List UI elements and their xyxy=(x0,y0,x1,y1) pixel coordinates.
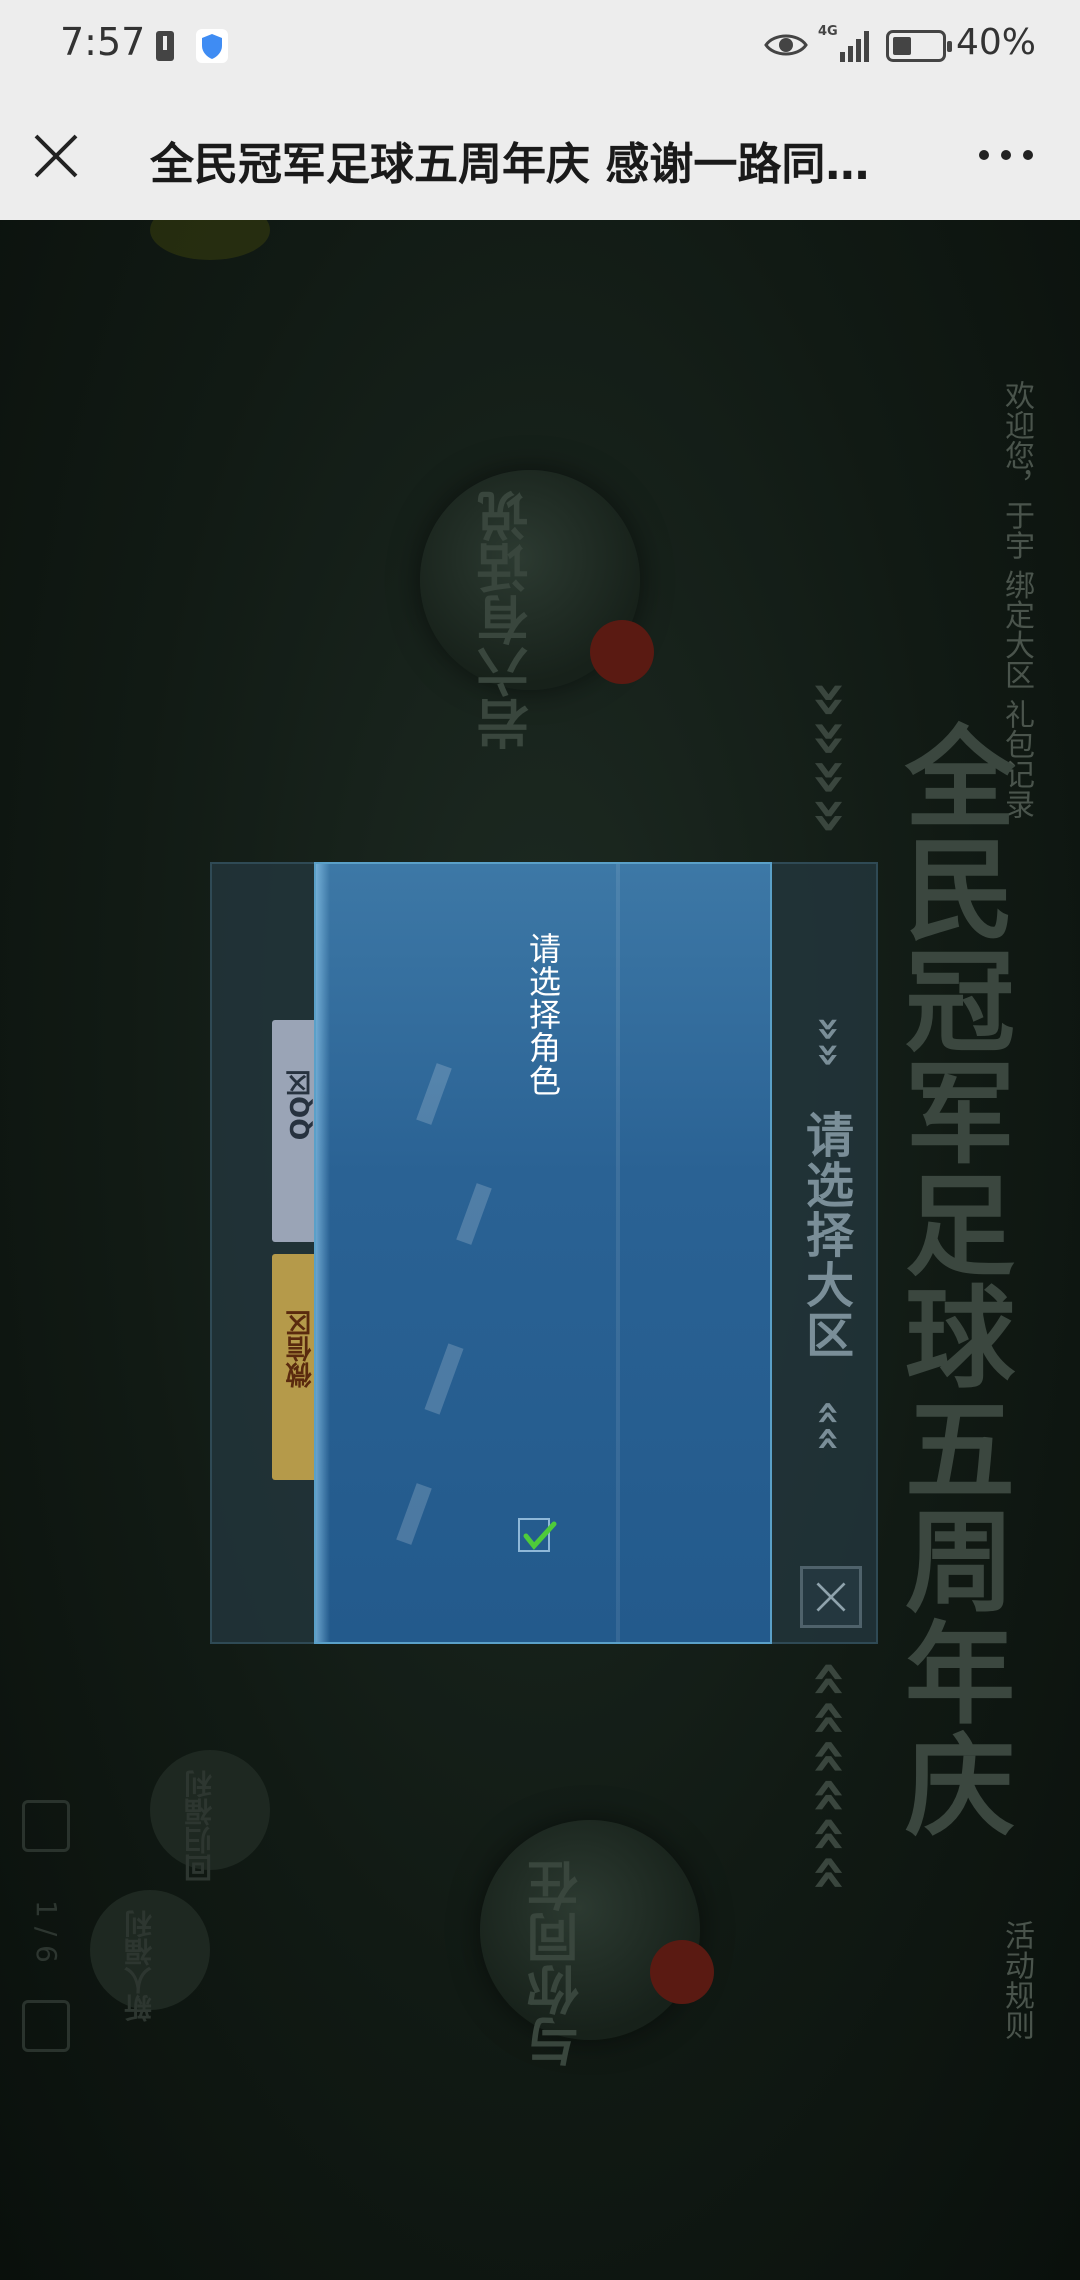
bubble-talk-label: 岩六有话说 xyxy=(478,490,538,750)
field-stripe xyxy=(424,1343,464,1415)
newbie-bonus-label: 新人福利 xyxy=(123,1910,156,2022)
gift-icon xyxy=(650,1940,714,2004)
checkbox-icon[interactable] xyxy=(518,1518,558,1554)
signal-icon xyxy=(840,31,869,62)
role-dialog-title: 请选择角色 xyxy=(524,932,562,1097)
decor-glow xyxy=(150,220,270,260)
event-title: 全民冠军足球五周年庆 xyxy=(886,720,1014,1840)
title-bar: 全民冠军足球五周年庆 感谢一路同… xyxy=(0,92,1080,220)
dialog-edge-highlight xyxy=(316,864,330,1642)
page-title: 全民冠军足球五周年庆 感谢一路同… xyxy=(150,139,870,190)
battery-percent: 40% xyxy=(956,22,1037,63)
region-arrow-top: »» xyxy=(806,1016,852,1068)
next-page-button[interactable] xyxy=(22,2000,70,2052)
eye-icon xyxy=(764,34,808,56)
field-stripe xyxy=(456,1183,492,1245)
gift-icon xyxy=(590,620,654,684)
rules-link[interactable]: 活动规则 xyxy=(994,1920,1038,2040)
region-dialog-title: 请选择大区 xyxy=(797,1110,853,1360)
more-icon[interactable] xyxy=(976,140,1036,170)
battery-saver-icon xyxy=(156,31,174,61)
field-stripe xyxy=(396,1483,432,1545)
field-stripe xyxy=(616,864,620,1642)
battery-icon xyxy=(886,30,952,62)
prev-page-button[interactable] xyxy=(22,1800,70,1852)
status-bar: 7:57 4G 40% xyxy=(0,0,1080,92)
status-time: 7:57 xyxy=(60,20,146,64)
pager-indicator: 1 / 6 xyxy=(30,1900,63,1963)
close-icon[interactable] xyxy=(30,130,82,182)
region-close-button[interactable] xyxy=(800,1566,862,1628)
region-arrow-bottom: «« xyxy=(806,1400,852,1452)
field-stripe xyxy=(416,1063,452,1125)
title-chevrons-bottom: «««««« xyxy=(796,1660,866,1893)
bubble-together-label: 与你同在 xyxy=(528,1860,588,2068)
title-chevrons-top: »»»» xyxy=(796,680,866,836)
shield-icon xyxy=(196,29,228,63)
return-bonus-label: 回归福利 xyxy=(183,1770,216,1882)
